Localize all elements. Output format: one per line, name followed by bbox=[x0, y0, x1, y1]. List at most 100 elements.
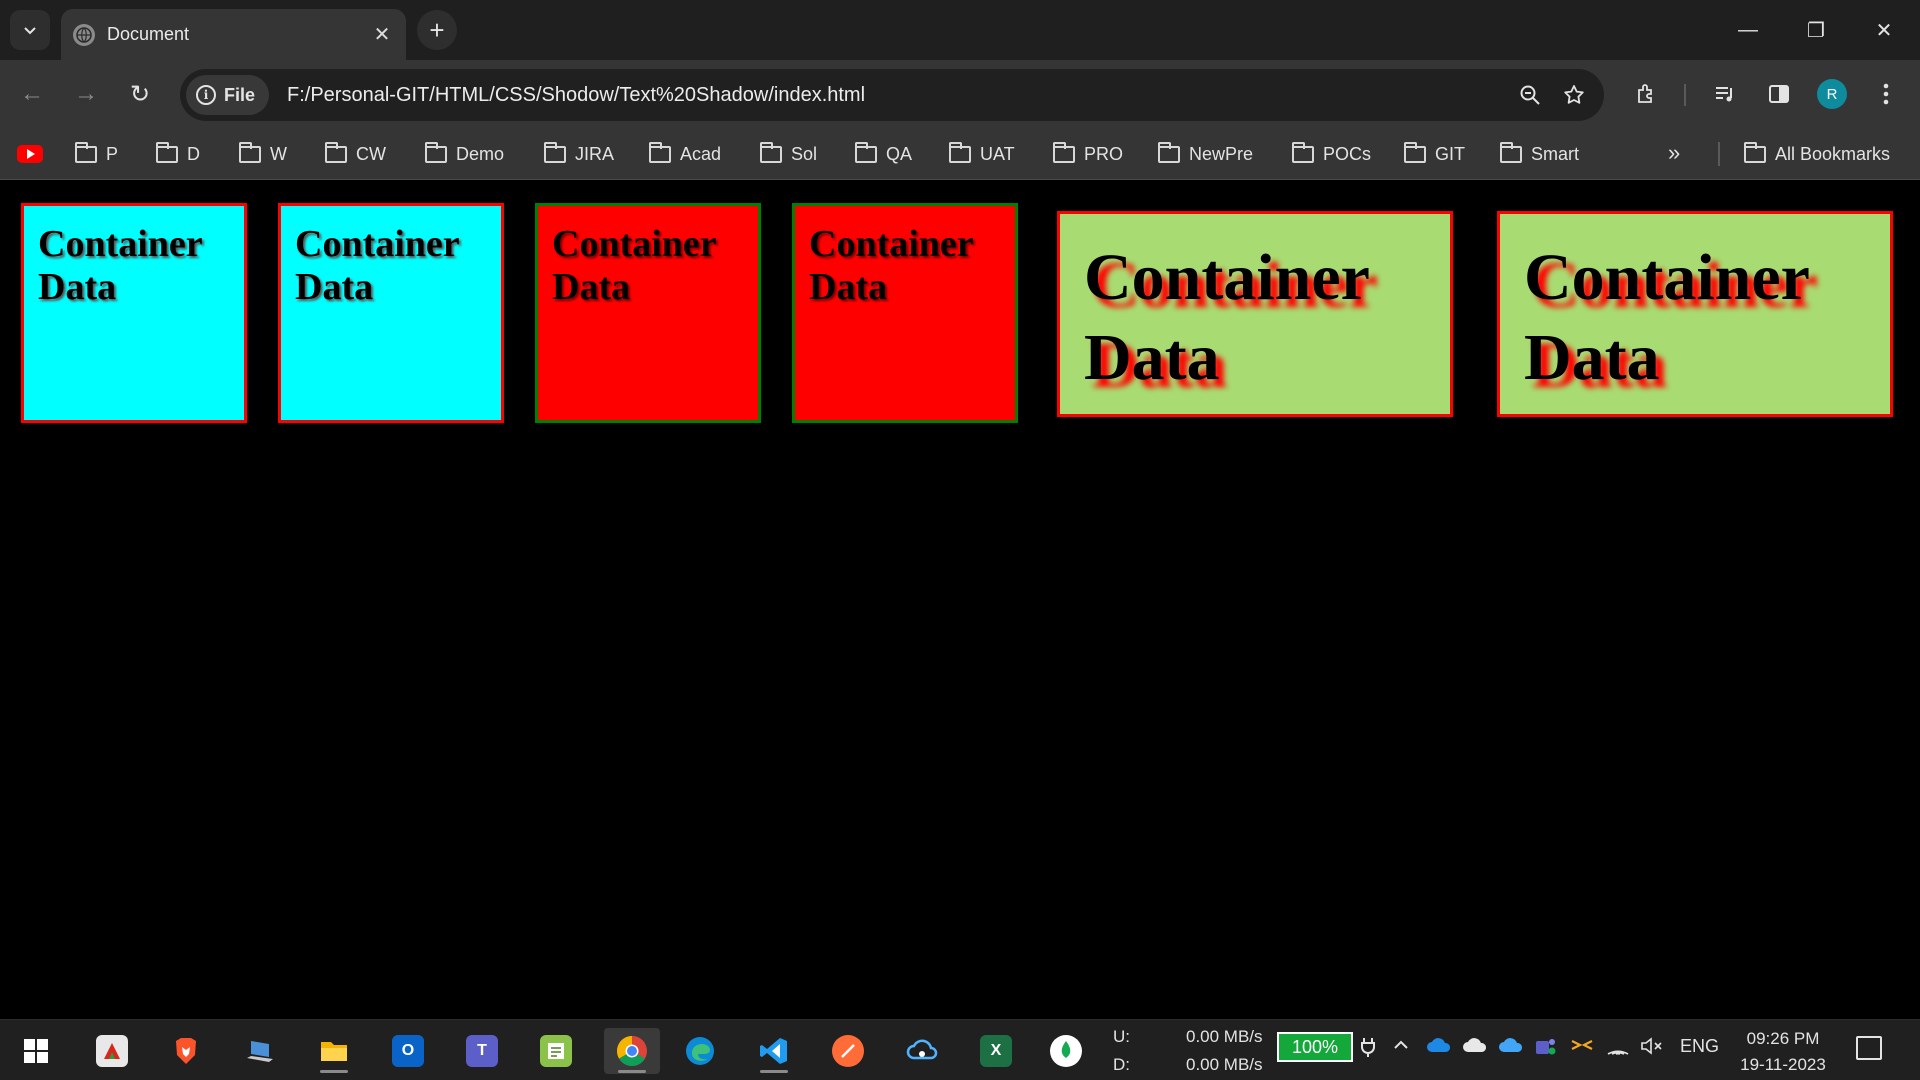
bookmark-folder[interactable]: Acad bbox=[649, 138, 721, 170]
bookmark-folder[interactable]: NewPre bbox=[1158, 138, 1253, 170]
outlook-icon: O bbox=[392, 1035, 424, 1067]
postman-icon bbox=[832, 1035, 864, 1067]
upload-speed: 0.00 MB/s bbox=[1186, 1027, 1263, 1046]
taskbar-app-brave[interactable] bbox=[162, 1028, 210, 1074]
taskbar-app-pdf[interactable] bbox=[88, 1028, 136, 1074]
taskbar-app-laptop[interactable] bbox=[236, 1028, 284, 1074]
bookmark-folder[interactable]: GIT bbox=[1404, 138, 1465, 170]
bookmark-folder[interactable]: Demo bbox=[425, 138, 504, 170]
bookmark-folder[interactable]: W bbox=[239, 138, 287, 170]
notification-center-icon[interactable] bbox=[1856, 1036, 1882, 1060]
taskbar-app-cloud[interactable] bbox=[898, 1028, 946, 1074]
bookmark-folder[interactable]: D bbox=[156, 138, 200, 170]
toolbar-divider bbox=[1684, 84, 1686, 106]
folder-icon bbox=[239, 141, 261, 163]
side-panel-icon[interactable] bbox=[1759, 74, 1799, 114]
tab-close-icon[interactable]: ✕ bbox=[368, 21, 396, 49]
clock-date: 19-11-2023 bbox=[1740, 1055, 1826, 1074]
folder-icon bbox=[949, 141, 971, 163]
browser-toolbar: ← → ↻ i File F:/Personal-GIT/HTML/CSS/Sh… bbox=[0, 60, 1920, 128]
onedrive-business-icon[interactable] bbox=[1498, 1036, 1524, 1059]
bookmark-folder[interactable]: CW bbox=[325, 138, 386, 170]
taskbar-app-outlook[interactable]: O bbox=[384, 1028, 432, 1074]
bookmark-folder[interactable]: JIRA bbox=[544, 138, 614, 170]
start-button[interactable] bbox=[12, 1028, 60, 1074]
wifi-icon[interactable] bbox=[1606, 1036, 1630, 1061]
minimize-button[interactable]: — bbox=[1720, 8, 1776, 52]
onedrive-white-icon[interactable] bbox=[1462, 1036, 1488, 1059]
notepad-icon bbox=[540, 1035, 572, 1067]
bookmark-folder[interactable]: QA bbox=[855, 138, 912, 170]
bookmark-label: Smart bbox=[1531, 143, 1580, 164]
all-bookmarks-button[interactable]: All Bookmarks bbox=[1744, 138, 1890, 170]
bookmark-folder[interactable]: Sol bbox=[760, 138, 817, 170]
site-chip-label: File bbox=[224, 84, 256, 105]
bookmark-folder[interactable]: POCs bbox=[1292, 138, 1371, 170]
system-clock[interactable]: 09:26 PM 19-11-2023 bbox=[1735, 1026, 1831, 1078]
teams-tray-icon[interactable] bbox=[1534, 1036, 1558, 1061]
clock-time: 09:26 PM bbox=[1746, 1029, 1820, 1048]
taskbar-app-vscode[interactable] bbox=[750, 1028, 798, 1074]
chevron-up-icon[interactable] bbox=[1392, 1036, 1410, 1059]
bookmark-star-icon[interactable] bbox=[1552, 73, 1596, 117]
language-indicator[interactable]: ENG bbox=[1680, 1036, 1719, 1057]
brave-icon bbox=[170, 1035, 202, 1067]
media-control-icon[interactable] bbox=[1705, 74, 1745, 114]
taskbar-app-notepad[interactable] bbox=[532, 1028, 580, 1074]
bookmark-label: W bbox=[270, 143, 287, 164]
bookmarks-overflow-button[interactable]: » bbox=[1668, 140, 1680, 166]
youtube-icon bbox=[17, 145, 43, 163]
folder-icon bbox=[544, 141, 566, 163]
speaker-muted-icon[interactable] bbox=[1640, 1036, 1664, 1061]
taskbar-app-edge[interactable] bbox=[676, 1028, 724, 1074]
bookmarks-divider bbox=[1718, 142, 1720, 166]
restore-button[interactable]: ❐ bbox=[1788, 8, 1844, 52]
folder-icon bbox=[75, 141, 97, 163]
bookmark-youtube[interactable] bbox=[17, 138, 43, 170]
taskbar-app-teams[interactable]: T bbox=[458, 1028, 506, 1074]
bookmark-folder[interactable]: UAT bbox=[949, 138, 1015, 170]
bookmark-label: All Bookmarks bbox=[1775, 143, 1891, 164]
container-box-green: Container Data bbox=[1057, 211, 1453, 417]
taskbar-app-chrome[interactable] bbox=[604, 1028, 660, 1074]
back-button[interactable]: ← bbox=[12, 74, 52, 114]
battery-indicator[interactable]: 100% bbox=[1277, 1032, 1353, 1062]
forward-button[interactable]: → bbox=[66, 74, 106, 114]
network-share-icon[interactable] bbox=[1570, 1036, 1594, 1059]
taskbar-app-excel[interactable]: X bbox=[972, 1028, 1020, 1074]
bookmark-label: JIRA bbox=[575, 143, 615, 164]
running-indicator bbox=[618, 1070, 646, 1073]
pdf-app-icon bbox=[96, 1035, 128, 1067]
menu-kebab-icon[interactable] bbox=[1866, 74, 1906, 114]
bookmark-folder[interactable]: PRO bbox=[1053, 138, 1123, 170]
container-box-cyan: Container Data bbox=[278, 203, 504, 423]
profile-avatar[interactable]: R bbox=[1817, 79, 1847, 109]
new-tab-button[interactable]: + bbox=[417, 10, 457, 50]
folder-icon bbox=[1292, 141, 1314, 163]
bookmark-folder[interactable]: Smart bbox=[1500, 138, 1579, 170]
globe-icon bbox=[73, 23, 95, 46]
taskbar-app-postman[interactable] bbox=[824, 1028, 872, 1074]
download-speed: 0.00 MB/s bbox=[1186, 1055, 1263, 1074]
address-bar[interactable]: i File F:/Personal-GIT/HTML/CSS/Shodow/T… bbox=[180, 69, 1604, 121]
close-window-button[interactable]: ✕ bbox=[1856, 8, 1912, 52]
charging-plug-icon bbox=[1360, 1036, 1376, 1063]
zoom-icon[interactable] bbox=[1508, 73, 1552, 117]
bookmark-label: D bbox=[187, 143, 200, 164]
taskbar-app-file-explorer[interactable] bbox=[310, 1028, 358, 1074]
onedrive-blue-icon[interactable] bbox=[1426, 1036, 1452, 1059]
tab-document[interactable]: Document ✕ bbox=[61, 9, 406, 60]
info-icon: i bbox=[196, 85, 216, 105]
bookmark-folder[interactable]: P bbox=[75, 138, 118, 170]
folder-icon bbox=[156, 141, 178, 163]
running-indicator bbox=[760, 1070, 788, 1073]
download-label: D: bbox=[1113, 1055, 1130, 1074]
taskbar-app-mongodb[interactable] bbox=[1042, 1028, 1090, 1074]
site-info-chip[interactable]: i File bbox=[186, 75, 270, 115]
bookmark-label: GIT bbox=[1435, 143, 1465, 164]
url-text[interactable]: F:/Personal-GIT/HTML/CSS/Shodow/Text%20S… bbox=[287, 84, 1508, 107]
reload-button[interactable]: ↻ bbox=[120, 74, 160, 114]
extensions-icon[interactable] bbox=[1626, 74, 1666, 114]
tab-search-button[interactable] bbox=[10, 10, 50, 50]
folder-icon bbox=[855, 141, 877, 163]
